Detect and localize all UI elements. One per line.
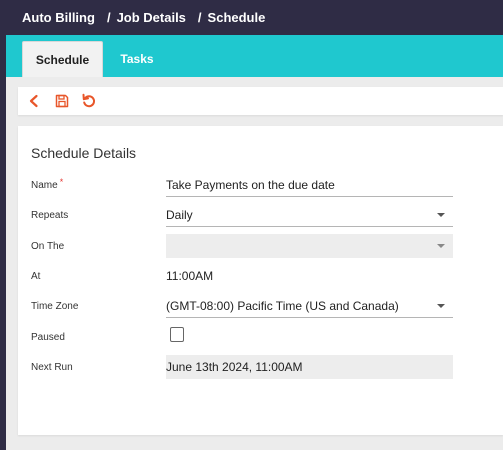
chevron-down-icon (437, 304, 445, 308)
chevron-down-icon (437, 244, 445, 248)
breadcrumb-separator: / (106, 10, 111, 25)
time-zone-label: Time Zone (31, 301, 79, 312)
name-field[interactable]: Take Payments on the due date (166, 173, 453, 197)
repeats-label: Repeats (31, 210, 69, 221)
name-row: Name * Take Payments on the due date (18, 173, 503, 199)
on-the-select (166, 234, 453, 258)
tab-bar: Schedule Tasks (6, 35, 503, 77)
time-zone-select[interactable]: (GMT-08:00) Pacific Time (US and Canada) (166, 294, 453, 318)
next-run-row: Next Run June 13th 2024, 11:00AM (18, 355, 503, 381)
back-icon[interactable] (26, 93, 42, 109)
breadcrumb-separator: / (197, 10, 202, 25)
schedule-details-panel: Schedule Details Name * Take Payments on … (18, 126, 503, 435)
paused-checkbox[interactable] (170, 327, 184, 342)
chevron-down-icon (437, 213, 445, 217)
time-zone-value: (GMT-08:00) Pacific Time (US and Canada) (166, 298, 399, 313)
tab-tasks[interactable]: Tasks (111, 41, 163, 77)
repeats-row: Repeats Daily (18, 203, 503, 229)
on-the-row: On The (18, 234, 503, 260)
tab-schedule[interactable]: Schedule (22, 41, 103, 77)
name-label-text: Name (31, 180, 58, 191)
page: Auto Billing / Job Details / Schedule Sc… (6, 0, 503, 450)
breadcrumb-job-details[interactable]: Job Details (117, 10, 186, 25)
at-time-field[interactable]: 11:00AM (166, 264, 453, 288)
next-run-label: Next Run (31, 362, 73, 373)
repeats-select[interactable]: Daily (166, 203, 453, 227)
required-marker: * (59, 177, 64, 187)
next-run-field: June 13th 2024, 11:00AM (166, 355, 453, 379)
repeats-value: Daily (166, 207, 193, 222)
at-label: At (31, 271, 41, 282)
time-zone-row: Time Zone (GMT-08:00) Pacific Time (US a… (18, 294, 503, 320)
panel-title: Schedule Details (31, 145, 137, 161)
reset-icon[interactable] (81, 93, 97, 109)
name-label: Name * (31, 177, 64, 191)
on-the-label: On The (31, 241, 65, 252)
breadcrumb-schedule: Schedule (207, 10, 266, 25)
toolbar (18, 87, 503, 115)
paused-row: Paused (18, 325, 503, 351)
breadcrumb: Auto Billing / Job Details / Schedule (6, 0, 503, 35)
at-row: At 11:00AM (18, 264, 503, 290)
save-icon[interactable] (54, 93, 70, 109)
breadcrumb-auto-billing[interactable]: Auto Billing (22, 10, 95, 25)
paused-label: Paused (31, 332, 65, 343)
